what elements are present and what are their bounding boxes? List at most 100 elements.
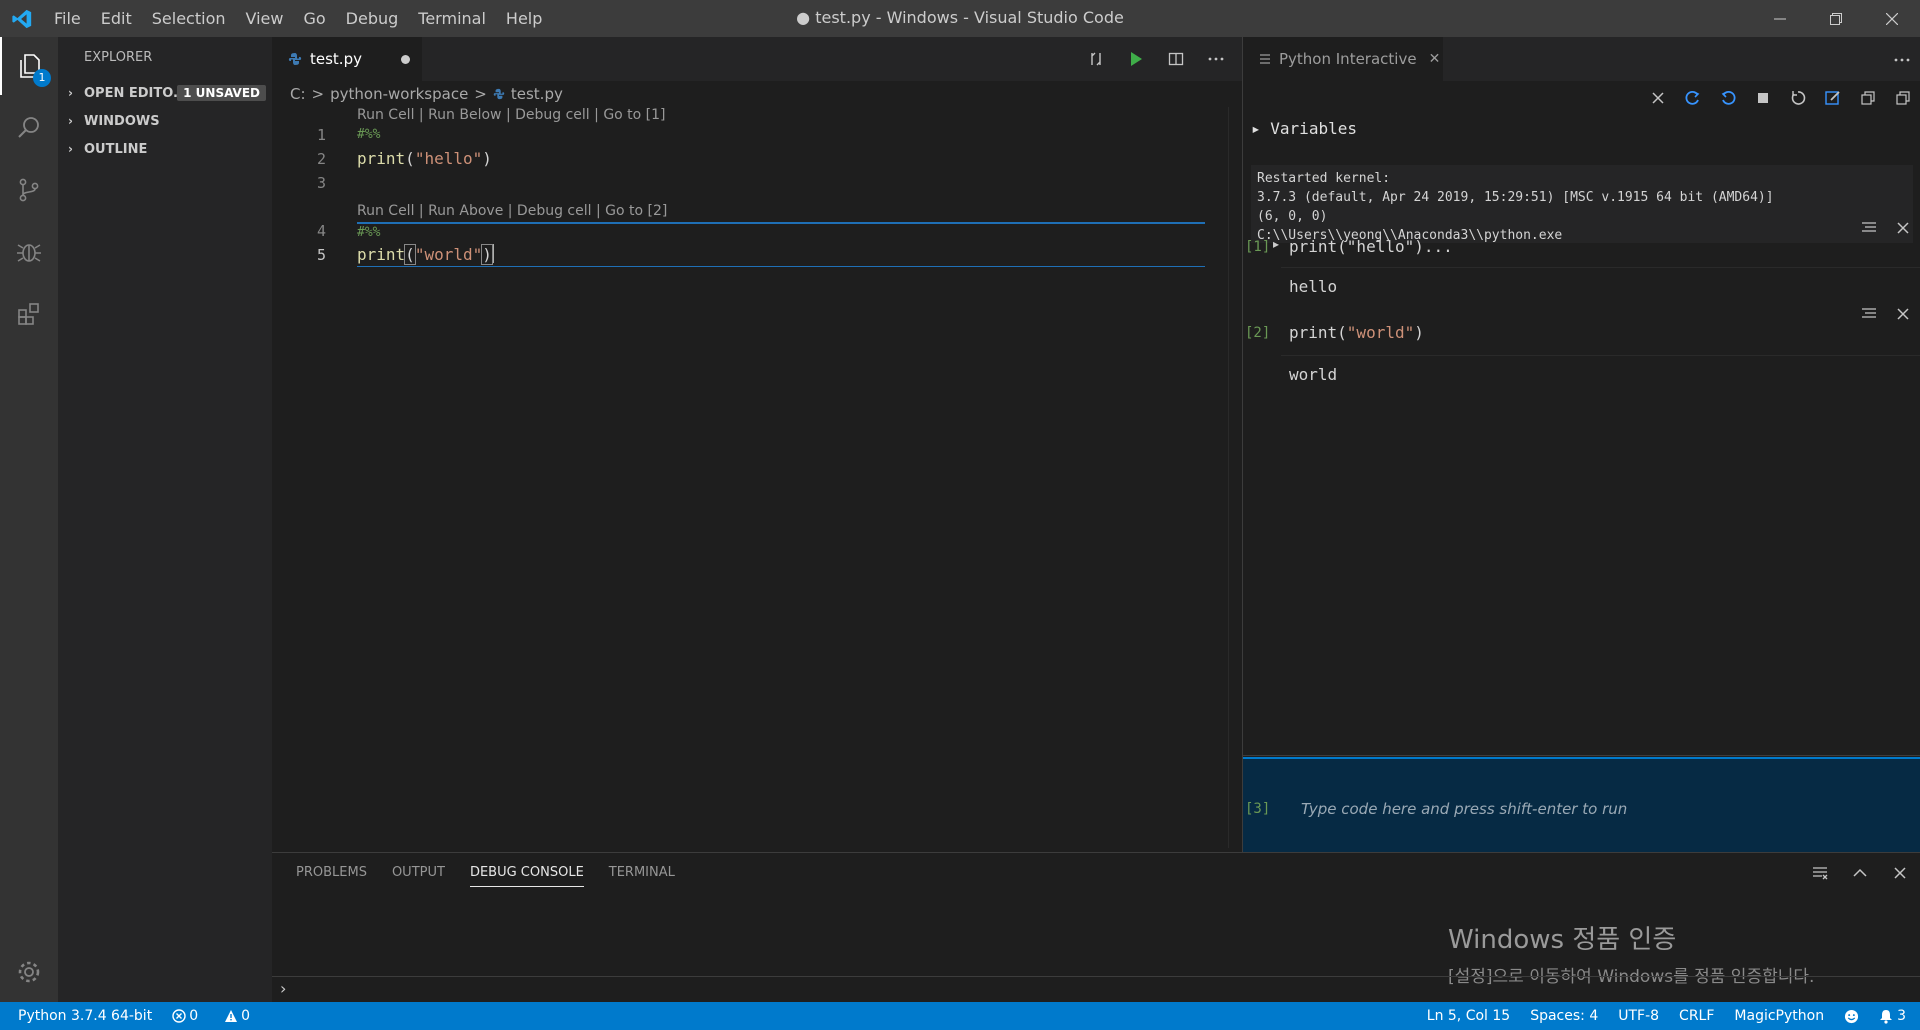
breadcrumb-drive[interactable]: C:: [290, 85, 306, 103]
restart-icon: [1791, 91, 1805, 105]
explorer-sidebar: EXPLORER › OPEN EDITO... 1 UNSAVED › WIN…: [58, 37, 272, 1002]
more-actions-button[interactable]: [1196, 57, 1236, 61]
section-outline[interactable]: › OUTLINE: [58, 135, 272, 163]
editor-scrollbar[interactable]: [1228, 107, 1242, 848]
activity-search[interactable]: [0, 99, 58, 157]
close-panel-button[interactable]: [1880, 853, 1920, 893]
menu-debug[interactable]: Debug: [336, 0, 409, 37]
variables-toggle[interactable]: ▸ Variables: [1251, 119, 1357, 138]
section-windows[interactable]: › WINDOWS: [58, 107, 272, 135]
language-mode[interactable]: MagicPython: [1734, 1008, 1824, 1024]
close-icon: [1894, 867, 1906, 879]
menu-file[interactable]: File: [44, 0, 91, 37]
unsaved-dot-icon[interactable]: [401, 55, 410, 64]
token-paren: ): [482, 149, 492, 168]
interactive-tab-bar: Python Interactive ✕: [1243, 37, 1920, 81]
interrupt-button[interactable]: [1745, 83, 1780, 113]
breadcrumb-separator: >: [474, 85, 487, 103]
export-button[interactable]: [1815, 83, 1850, 113]
menu-edit[interactable]: Edit: [91, 0, 142, 37]
delete-cell-button[interactable]: [1886, 303, 1920, 325]
tab-debug-console[interactable]: DEBUG CONSOLE: [469, 853, 584, 893]
debug-console-input[interactable]: ›: [272, 976, 1920, 1002]
restart-kernel-button[interactable]: [1780, 83, 1815, 113]
clear-all-button[interactable]: [1640, 83, 1675, 113]
activity-source-control[interactable]: [0, 161, 58, 219]
close-window-button[interactable]: [1864, 0, 1920, 37]
goto-code-button[interactable]: [1852, 217, 1886, 239]
open-changes-button[interactable]: [1076, 51, 1116, 67]
input-placeholder[interactable]: Type code here and press shift-enter to …: [1301, 800, 1627, 818]
notifications-button[interactable]: 3: [1879, 1008, 1906, 1024]
menu-selection[interactable]: Selection: [142, 0, 236, 37]
output-cell[interactable]: [1] ▸ print("hello")... hello: [1243, 217, 1920, 305]
indentation[interactable]: Spaces: 4: [1530, 1008, 1598, 1024]
delete-cell-button[interactable]: [1886, 217, 1920, 239]
feedback-button[interactable]: [1844, 1009, 1859, 1024]
activity-explorer[interactable]: 1: [0, 37, 58, 95]
breadcrumb-folder[interactable]: python-workspace: [330, 85, 468, 103]
tab-output[interactable]: OUTPUT: [392, 853, 445, 893]
tab-problems[interactable]: PROBLEMS: [296, 853, 367, 893]
menu-bar: File Edit Selection View Go Debug Termin…: [44, 0, 552, 37]
panel-actions: [1800, 853, 1920, 893]
expand-cell-icon[interactable]: ▸: [1273, 237, 1279, 251]
warning-icon: [225, 1010, 238, 1022]
editor-tab-bar: test.py: [272, 37, 1242, 81]
more-actions-button[interactable]: [1894, 47, 1910, 66]
execution-count: [1]: [1245, 239, 1271, 255]
output-cell[interactable]: [2] print("world") world: [1243, 303, 1920, 393]
status-right: Ln 5, Col 15 Spaces: 4 UTF-8 CRLF MagicP…: [1427, 1002, 1906, 1030]
stop-icon: [1757, 93, 1768, 103]
split-editor-button[interactable]: [1156, 51, 1196, 67]
ellipsis-icon: [1894, 58, 1910, 62]
code-line: 1 #%%: [272, 123, 1222, 147]
chevron-right-icon: ›: [68, 86, 73, 100]
unsaved-badge: 1 UNSAVED: [177, 85, 266, 101]
maximize-panel-button[interactable]: [1840, 853, 1880, 893]
output-separator: [1281, 355, 1920, 356]
clear-console-button[interactable]: [1800, 853, 1840, 893]
codelens-cell-2[interactable]: Run Cell | Run Above | Debug cell | Go t…: [357, 203, 667, 219]
tab-terminal[interactable]: TERMINAL: [609, 853, 675, 893]
console-prompt-icon: ›: [280, 979, 287, 998]
cell-output: hello: [1289, 277, 1338, 296]
python-interpreter[interactable]: Python 3.7.4 64-bit: [18, 1008, 152, 1024]
gear-icon: [18, 961, 40, 983]
menu-terminal[interactable]: Terminal: [408, 0, 496, 37]
run-button[interactable]: [1116, 51, 1156, 67]
minimize-button[interactable]: [1752, 0, 1808, 37]
menu-view[interactable]: View: [236, 0, 294, 37]
tab-test-py[interactable]: test.py: [272, 37, 422, 81]
line-ending[interactable]: CRLF: [1679, 1008, 1714, 1024]
close-tab-icon[interactable]: ✕: [1429, 51, 1441, 67]
tab-python-interactive[interactable]: Python Interactive ✕: [1243, 37, 1443, 81]
activity-debug[interactable]: [0, 223, 58, 281]
breadcrumb-file[interactable]: test.py: [511, 85, 563, 103]
redo-button[interactable]: [1675, 83, 1710, 113]
token-function: print(: [1289, 323, 1347, 342]
activity-manage[interactable]: [0, 943, 58, 1001]
restore-button[interactable]: [1808, 0, 1864, 37]
bell-icon: [1880, 1009, 1893, 1024]
undo-button[interactable]: [1710, 83, 1745, 113]
close-icon: [1897, 222, 1909, 234]
problems-summary[interactable]: 0 0: [172, 1008, 270, 1024]
activity-extensions[interactable]: [0, 285, 58, 343]
menu-help[interactable]: Help: [496, 0, 552, 37]
cursor-position[interactable]: Ln 5, Col 15: [1427, 1008, 1510, 1024]
expand-all-button[interactable]: [1885, 83, 1920, 113]
activation-title: Windows 정품 인증: [1448, 925, 1677, 955]
menu-go[interactable]: Go: [293, 0, 335, 37]
collapse-all-button[interactable]: [1850, 83, 1885, 113]
collapse-icon: [1860, 91, 1875, 105]
input-execution-count: [3]: [1245, 801, 1271, 817]
goto-code-icon: [1862, 308, 1876, 318]
codelens-cell-1[interactable]: Run Cell | Run Below | Debug cell | Go t…: [357, 107, 666, 123]
goto-code-button[interactable]: [1852, 303, 1886, 325]
encoding[interactable]: UTF-8: [1618, 1008, 1659, 1024]
export-icon: [1824, 91, 1840, 105]
cell-marker: #%%: [357, 225, 381, 240]
interactive-input-cell[interactable]: [3] Type code here and press shift-enter…: [1243, 757, 1920, 852]
section-open-editors[interactable]: › OPEN EDITO... 1 UNSAVED: [58, 79, 272, 107]
